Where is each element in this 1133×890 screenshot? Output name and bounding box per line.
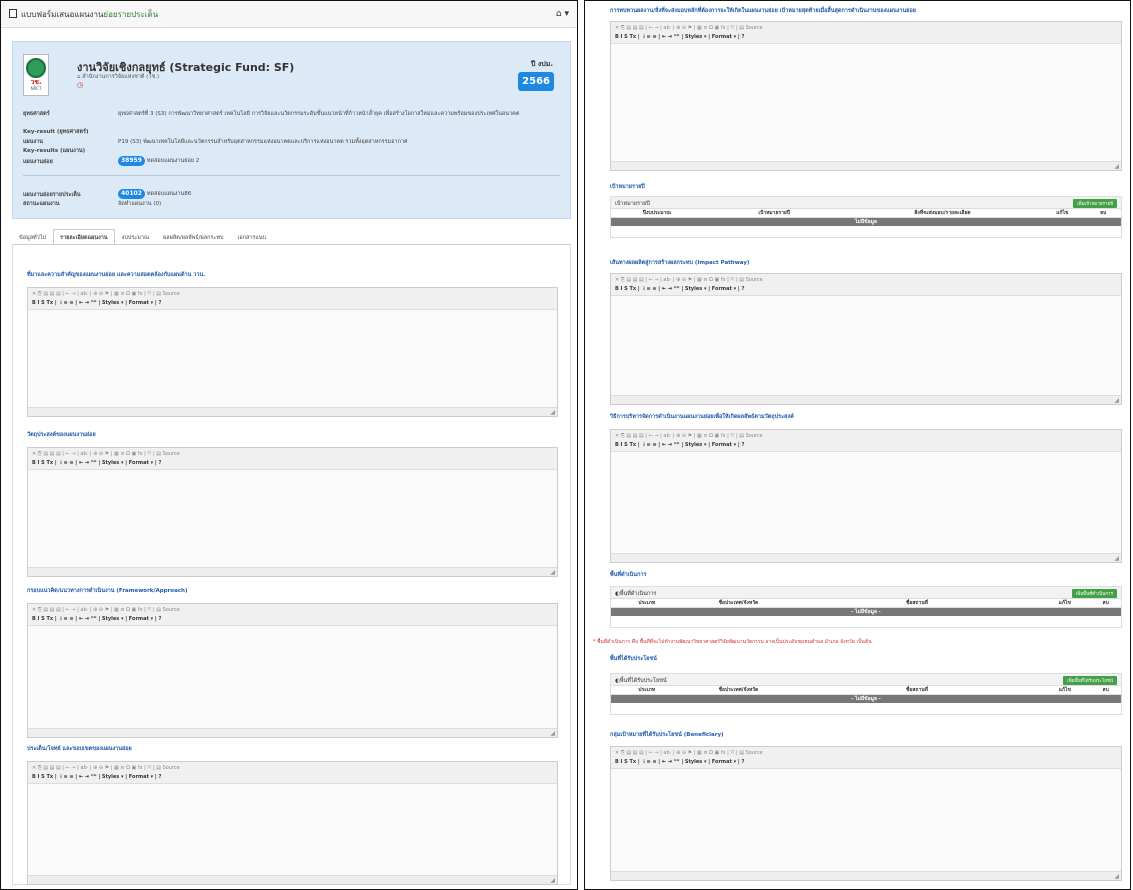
section-heading: การทบทวนผลงาน/สิ่งที่จะส่งมอบหลักที่ต้อง… — [610, 8, 916, 14]
table-header: ◐พื้นที่ดำเนินการ เพิ่มพื้นที่ดำเนินการ — [611, 587, 1121, 599]
editor-toolbar[interactable]: ✕ ⎘ ▤ ▤ ▤ | ← → | ab· | ⊕ ⊖ ⚑ | ▦ ≡ Ω ▣ … — [28, 288, 557, 310]
agency-logo: วช. NRCT — [23, 54, 49, 96]
row-value: P19 (S3) พัฒนาเทคโนโลยีและนวัตกรรมสำหรับ… — [118, 139, 408, 145]
operation-area-table: ◐พื้นที่ดำเนินการ เพิ่มพื้นที่ดำเนินการ ป… — [610, 586, 1122, 628]
section-heading: พื้นที่ได้รับประโยชน์ — [610, 656, 657, 662]
section-heading: วัตถุประสงค์ของแผนงานย่อย — [27, 432, 96, 438]
tab-outputs[interactable]: ผลผลิต/ผลลัพธ์/ผลกระทบ — [156, 229, 230, 244]
title-link[interactable]: ย่อยรายประเด็น — [103, 10, 158, 19]
tab-budget[interactable]: งบประมาณ — [115, 229, 156, 244]
subplan-id-badge[interactable]: 38959 — [118, 156, 145, 166]
editor-toolbar[interactable]: ✕ ⎘ ▤ ▤ ▤ | ← → | ab· | ⊕ ⊖ ⚑ | ▦ ≡ Ω ▣ … — [611, 747, 1121, 769]
section-heading: เส้นทางผลผลิตสู่การสร้างผลกระทบ (Impact … — [610, 260, 750, 266]
resize-handle-icon: ◢ — [1114, 397, 1119, 404]
editor-toolbar[interactable]: ✕ ⎘ ▤ ▤ ▤ | ← → | ab· | ⊕ ⊖ ⚑ | ▦ ≡ Ω ▣ … — [28, 762, 557, 784]
right-page: การทบทวนผลงาน/สิ่งที่จะส่งมอบหลักที่ต้อง… — [584, 0, 1131, 890]
resize-handle-icon: ◢ — [550, 409, 555, 416]
row-label: แผนงาน — [23, 139, 44, 145]
detail-tabs: ข้อมูลทั่วไป รายละเอียดแผนงาน งบประมาณ ผ… — [12, 229, 571, 245]
section-heading: กลุ่มเป้าหมายที่ได้รับประโยชน์ (Benefici… — [610, 732, 724, 738]
rich-text-editor[interactable]: ✕ ⎘ ▤ ▤ ▤ | ← → | ab· | ⊕ ⊖ ⚑ | ▦ ≡ Ω ▣ … — [27, 447, 558, 577]
rich-text-editor[interactable]: ✕ ⎘ ▤ ▤ ▤ | ← → | ab· | ⊕ ⊖ ⚑ | ▦ ≡ Ω ▣ … — [27, 603, 558, 738]
editor-toolbar[interactable]: ✕ ⎘ ▤ ▤ ▤ | ← → | ab· | ⊕ ⊖ ⚑ | ▦ ≡ Ω ▣ … — [28, 604, 557, 626]
resize-handle-icon: ◢ — [1114, 163, 1119, 170]
tab-panel: ที่มาและความสำคัญของแผนงานย่อย และความสอ… — [12, 245, 571, 885]
annual-target-table: เป้าหมายรายปี เพิ่มเป้าหมายรายปี ปีงบประม… — [610, 196, 1122, 238]
document-icon — [9, 8, 17, 18]
rich-text-editor[interactable]: ✕ ⎘ ▤ ▤ ▤ | ← → | ab· | ⊕ ⊖ ⚑ | ▦ ≡ Ω ▣ … — [610, 746, 1122, 881]
year-label: ปี งปม. — [530, 60, 553, 68]
row-label: Key-results (แผนงาน) — [23, 148, 86, 154]
row-value: 38959 ทดสอบแผนงานย่อย 2 — [118, 156, 558, 166]
table-columns: ประเภท ชื่อประเทศ/จังหวัด ชื่อสถานที่ แก… — [611, 686, 1121, 695]
rich-text-editor[interactable]: ✕ ⎘ ▤ ▤ ▤ | ← → | ab· | ⊕ ⊖ ⚑ | ▦ ≡ Ω ▣ … — [610, 429, 1122, 563]
editor-toolbar[interactable]: ✕ ⎘ ▤ ▤ ▤ | ← → | ab· | ⊕ ⊖ ⚑ | ▦ ≡ Ω ▣ … — [611, 430, 1121, 452]
add-operation-area-button[interactable]: เพิ่มพื้นที่ดำเนินการ — [1071, 589, 1117, 598]
resize-handle-icon: ◢ — [550, 730, 555, 737]
clock-icon: ◷ — [77, 81, 84, 89]
table-columns: ประเภท ชื่อประเทศ/จังหวัด ชื่อสถานที่ แก… — [611, 599, 1121, 608]
year-badge: 2566 — [518, 72, 554, 91]
rich-text-editor[interactable]: ✕ ⎘ ▤ ▤ ▤ | ← → | ab· | ⊕ ⊖ ⚑ | ▦ ≡ Ω ▣ … — [610, 273, 1122, 405]
section-heading: พื้นที่ดำเนินการ — [610, 572, 647, 578]
empty-row: - ไม่มีข้อมูล - — [611, 695, 1121, 703]
row-value: ยุทธศาสตร์ที่ 3 (S3) การพัฒนาวิทยาศาสตร์… — [118, 111, 520, 117]
tab-attachments[interactable]: เอกสารแนบ — [230, 229, 273, 244]
resize-handle-icon: ◢ — [550, 877, 555, 884]
rich-text-editor[interactable]: ✕ ⎘ ▤ ▤ ▤ | ← → | ab· | ⊕ ⊖ ⚑ | ▦ ≡ Ω ▣ … — [610, 21, 1122, 171]
add-annual-target-button[interactable]: เพิ่มเป้าหมายรายปี — [1073, 199, 1117, 208]
area-note: * พื้นที่ดำเนินการ คือ พื้นที่ที่จะไปทำง… — [593, 639, 872, 645]
beneficiary-area-table: ◐พื้นที่ได้รับประโยชน์ เพิ่มพื้นที่ได้รับ… — [610, 673, 1122, 715]
left-page: แบบฟอร์มเสนอแผนงานย่อยรายประเด็น ⌂ ▾ วช.… — [0, 0, 578, 890]
section-heading: เป้าหมายรายปี — [610, 184, 645, 190]
section-heading: กรอบแนวคิด/แนวทางการดำเนินงาน (Framework… — [27, 588, 188, 594]
home-icon[interactable]: ⌂ ▾ — [556, 9, 569, 19]
table-header: เป้าหมายรายปี เพิ่มเป้าหมายรายปี — [611, 197, 1121, 209]
row-label: สถานะแผนงาน — [23, 201, 60, 207]
editor-toolbar[interactable]: ✕ ⎘ ▤ ▤ ▤ | ← → | ab· | ⊕ ⊖ ⚑ | ▦ ≡ Ω ▣ … — [611, 274, 1121, 296]
row-label: ยุทธศาสตร์ — [23, 111, 50, 117]
page-title: แบบฟอร์มเสนอแผนงานย่อยรายประเด็น — [9, 8, 556, 21]
tab-general[interactable]: ข้อมูลทั่วไป — [12, 229, 53, 244]
plan-info-card: วช. NRCT งานวิจัยเชิงกลยุทธ์ (Strategic … — [12, 41, 571, 219]
empty-row: ไม่มีข้อมูล — [611, 218, 1121, 226]
rich-text-editor[interactable]: ✕ ⎘ ▤ ▤ ▤ | ← → | ab· | ⊕ ⊖ ⚑ | ▦ ≡ Ω ▣ … — [27, 287, 558, 417]
resize-handle-icon: ◢ — [550, 569, 555, 576]
empty-row: - ไม่มีข้อมูล - — [611, 608, 1121, 616]
editor-toolbar[interactable]: ✕ ⎘ ▤ ▤ ▤ | ← → | ab· | ⊕ ⊖ ⚑ | ▦ ≡ Ω ▣ … — [28, 448, 557, 470]
row-label: Key-result (ยุทธศาสตร์) — [23, 129, 89, 135]
rich-text-editor[interactable]: ✕ ⎘ ▤ ▤ ▤ | ← → | ab· | ⊕ ⊖ ⚑ | ▦ ≡ Ω ▣ … — [27, 761, 558, 885]
section-heading: วิธีการบริหารจัดการดำเนินงานแผนงานย่อยเพ… — [610, 414, 794, 420]
issue-id-badge[interactable]: 40102 — [118, 189, 145, 199]
tab-plan-details[interactable]: รายละเอียดแผนงาน — [53, 229, 115, 244]
table-columns: ปีงบประมาณ เป้าหมายรายปี สิ่งที่จะส่งมอบ… — [611, 209, 1121, 218]
row-label: แผนงานย่อยรายประเด็น — [23, 192, 81, 198]
table-header: ◐พื้นที่ได้รับประโยชน์ เพิ่มพื้นที่ได้รับ… — [611, 674, 1121, 686]
status-value: จัดทำแผนงาน (0) — [118, 201, 162, 207]
section-heading: ประเด็น/โจทย์ และขอบเขตของแผนงานย่อย — [27, 746, 132, 752]
row-value: 40102 ทดสอบแผนงาน86 — [118, 189, 558, 199]
add-beneficiary-area-button[interactable]: เพิ่มพื้นที่ได้รับประโยชน์ — [1063, 676, 1117, 685]
row-label: แผนงานย่อย — [23, 159, 53, 165]
top-bar: แบบฟอร์มเสนอแผนงานย่อยรายประเด็น ⌂ ▾ — [1, 1, 577, 28]
divider — [23, 175, 560, 176]
editor-toolbar[interactable]: ✕ ⎘ ▤ ▤ ▤ | ← → | ab· | ⊕ ⊖ ⚑ | ▦ ≡ Ω ▣ … — [611, 22, 1121, 44]
resize-handle-icon: ◢ — [1114, 873, 1119, 880]
resize-handle-icon: ◢ — [1114, 555, 1119, 562]
section-heading: ที่มาและความสำคัญของแผนงานย่อย และความสอ… — [27, 272, 206, 278]
agency-name: ⌂ สำนักงานการวิจัยแห่งชาติ (วช.) — [77, 74, 160, 80]
